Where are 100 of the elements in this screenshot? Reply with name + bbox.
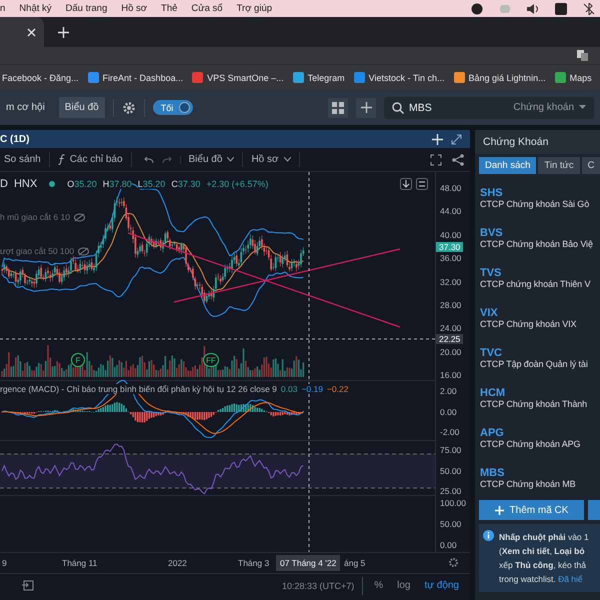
company-name: CTCP Chứng khoán Sài Gò [480, 198, 590, 208]
volume-icon[interactable] [526, 2, 540, 14]
replay-icon[interactable] [22, 580, 34, 591]
plus-icon [360, 102, 372, 113]
info-text: xếp Thủ công, kéo thả [499, 559, 587, 572]
settings-icon[interactable] [122, 100, 136, 114]
bookmark-icon [88, 72, 99, 83]
company-name: CTCP Chứng khoán APG [480, 438, 582, 448]
plus-icon [494, 506, 504, 514]
dropdown-button[interactable]: Biểu đồ [184, 152, 244, 167]
volume-marker[interactable]: F [71, 353, 85, 367]
scale-mode-button[interactable]: log [394, 580, 414, 591]
fullscreen-icon[interactable] [430, 154, 442, 166]
exchange-label: HNX [14, 178, 38, 190]
share-icon[interactable] [452, 154, 464, 166]
close-icon[interactable] [27, 28, 36, 36]
compare-button[interactable]: So sánh [0, 152, 50, 167]
undo-icon[interactable] [144, 156, 154, 164]
expand-icon[interactable] [451, 134, 462, 144]
stock-symbol[interactable]: TVC [480, 346, 600, 358]
ohlc-value: C37.30 [171, 179, 200, 189]
indicator-value: 0.03 [280, 384, 298, 394]
axis-label: 36.00 [440, 253, 462, 264]
dismiss-link[interactable]: Đã hiể [558, 574, 583, 584]
nav-tab[interactable]: Biểu đồ [58, 97, 105, 118]
company-name: CTCP Chứng khoán Thành [480, 398, 588, 408]
stock-symbol[interactable]: MBS [480, 466, 600, 478]
time-label: Tháng 3 [238, 558, 270, 568]
redo-icon[interactable] [162, 156, 172, 164]
theme-toggle[interactable]: Tối [152, 100, 194, 115]
status-dot [49, 181, 56, 187]
company-name: CTCP chứng khoán Thiên V [480, 278, 592, 288]
panel-title: Chứng Khoán [475, 130, 600, 154]
scale-mode-button[interactable]: tự động [422, 580, 462, 591]
grid-button[interactable] [328, 98, 348, 118]
clock-time: 10:28:33 (UTC+7) [282, 580, 354, 590]
menu-item[interactable]: Hồ sơ [121, 3, 148, 14]
caret-icon [579, 105, 586, 110]
crosshair-time-label: 07 Tháng 4 '22 [276, 555, 340, 571]
grid-icon [332, 102, 344, 114]
panel-tab[interactable]: Danh sách [479, 157, 536, 174]
menu-item[interactable]: Trợ giúp [236, 3, 272, 14]
indicator-value: −0.19 [301, 384, 323, 394]
menu-item[interactable]: Nhật ký [19, 3, 52, 14]
bookmark-icon [292, 72, 304, 83]
info-text: Nhấp chuột phải vào 1 [499, 531, 589, 544]
nav-tab[interactable]: m cơ hội [0, 97, 51, 118]
bookmark-item[interactable]: Maps [554, 72, 592, 83]
price-label: 37.30 [436, 242, 464, 252]
price-label: 22.25 [436, 334, 464, 344]
bookmark-item[interactable]: Bảng giá Lightnin... [454, 72, 546, 83]
indicators-button[interactable]: Các chỉ báo [54, 152, 132, 167]
axis-label: 50.00 [440, 519, 462, 529]
stock-symbol[interactable]: HCM [480, 386, 600, 398]
bookmark-item[interactable]: Telegram [292, 72, 345, 83]
settings-icon[interactable] [448, 557, 459, 568]
panel-tab[interactable]: C [582, 157, 600, 174]
axis-label: 2.00 [440, 386, 457, 396]
volume-marker[interactable]: FF [203, 353, 219, 367]
dropdown-button[interactable]: Hồ sơ [247, 152, 300, 167]
axis-label: 28.00 [440, 300, 462, 310]
stock-symbol[interactable]: SHS [480, 186, 600, 198]
time-label: 2022 [168, 558, 187, 568]
scale-mode-button[interactable]: % [371, 580, 386, 591]
info-text: (Xem chi tiết, Loại bỏ [499, 545, 586, 558]
hidden-eye-icon[interactable] [74, 212, 85, 222]
ohlc-value: O35.20 [67, 179, 97, 189]
hidden-eye-icon[interactable] [78, 246, 90, 256]
add-symbol-button[interactable]: Thêm mã CK [479, 500, 584, 520]
axis-label: 75.00 [440, 445, 462, 455]
plus-icon[interactable] [432, 134, 443, 144]
bookmark-item[interactable]: FireAnt - Dashboa... [88, 72, 184, 83]
plus-icon[interactable] [58, 26, 69, 38]
info-icon [483, 530, 494, 541]
bookmark-item[interactable]: VPS SmartOne –... [192, 72, 284, 83]
indicator-label: h mũ giao cắt 6 10 [0, 212, 70, 222]
menu-item[interactable]: Thẻ [161, 3, 178, 14]
bookmark-item[interactable]: Vietstock - Tin ch... [354, 72, 445, 83]
stock-symbol[interactable]: TVS [480, 266, 600, 278]
time-label: áng 5 [344, 558, 366, 568]
axis-label: 40.00 [440, 230, 462, 240]
download-icon[interactable] [400, 178, 412, 190]
bookmark-item[interactable]: Facebook - Đăng... [2, 72, 79, 82]
search-field[interactable]: MBS Chứng khoán [384, 96, 594, 118]
translate-icon[interactable] [577, 50, 588, 61]
menu-item[interactable]: Dấu trang [66, 3, 108, 14]
axis-label: -2.00 [440, 427, 460, 437]
time-label: 9 [2, 558, 7, 568]
indicator-label: rgence (MACD) - Chỉ báo trung bình biến đổi phân kỳ hội tụ 12 26 close 9 [0, 384, 277, 394]
axis-label: 32.00 [440, 276, 462, 287]
menu-item[interactable]: n [0, 3, 6, 14]
panel-tab[interactable]: Tin tức [538, 157, 580, 174]
stock-symbol[interactable]: VIX [480, 306, 600, 318]
bluetooth-off-icon[interactable] [582, 2, 596, 14]
bookmark-icon [454, 72, 465, 83]
add-button[interactable] [356, 98, 376, 118]
stock-symbol[interactable]: APG [480, 426, 600, 438]
stock-symbol[interactable]: BVS [480, 226, 600, 238]
price-change: +2.30 (+6.57%) [206, 179, 268, 189]
menu-item[interactable]: Cửa sổ [191, 3, 223, 14]
